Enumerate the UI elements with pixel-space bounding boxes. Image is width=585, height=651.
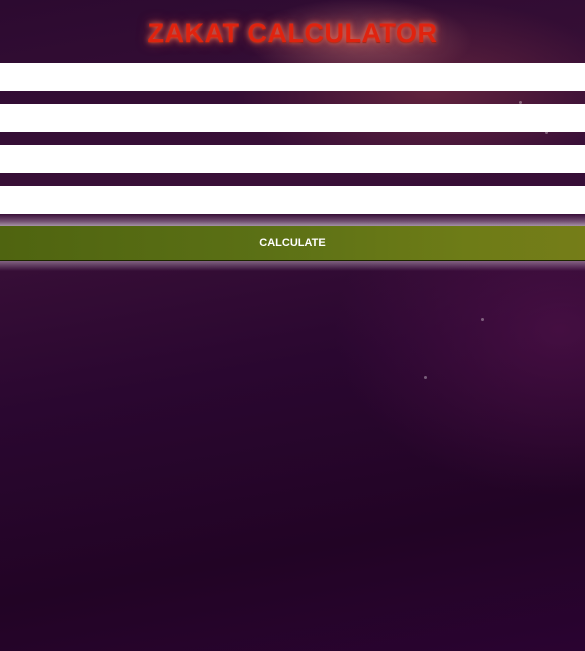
page-title: ZAKAT CALCULATOR — [147, 18, 438, 48]
zakat-input-1[interactable] — [0, 63, 585, 91]
sparkle-decoration — [481, 318, 484, 321]
calculate-button[interactable]: CALCULATE — [0, 226, 585, 261]
zakat-input-4[interactable] — [0, 186, 585, 214]
zakat-input-2[interactable] — [0, 104, 585, 132]
sparkle-decoration — [424, 376, 427, 379]
sparkle-decoration — [519, 101, 522, 104]
button-glow-bottom — [0, 261, 585, 271]
button-glow-top — [0, 214, 585, 226]
sparkle-decoration — [545, 131, 548, 134]
zakat-input-3[interactable] — [0, 145, 585, 173]
